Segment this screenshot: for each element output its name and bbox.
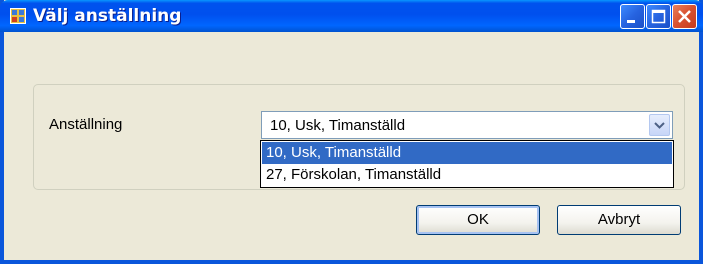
maximize-icon [651, 9, 666, 24]
dropdown-list: 10, Usk, Timanställd 27, Förskolan, Tima… [260, 140, 674, 188]
combobox-selected-value: 10, Usk, Timanställd [270, 117, 406, 134]
dropdown-option[interactable]: 10, Usk, Timanställd [262, 142, 672, 164]
chevron-down-icon [654, 122, 665, 129]
title-bar[interactable]: Välj anställning [0, 0, 703, 32]
close-button[interactable] [672, 4, 697, 29]
dropdown-option[interactable]: 27, Förskolan, Timanställd [262, 164, 672, 186]
maximize-button[interactable] [646, 4, 671, 29]
app-window-icon [10, 8, 26, 24]
ok-button[interactable]: OK [416, 205, 540, 235]
cancel-button[interactable]: Avbryt [557, 205, 681, 235]
minimize-button[interactable] [620, 4, 645, 29]
employment-combobox[interactable]: 10, Usk, Timanställd [261, 111, 673, 139]
dropdown-toggle-button[interactable] [649, 114, 670, 136]
close-icon [678, 10, 691, 23]
employment-label: Anställning [49, 116, 123, 133]
window-title: Välj anställning [33, 6, 182, 26]
minimize-icon [627, 20, 635, 23]
